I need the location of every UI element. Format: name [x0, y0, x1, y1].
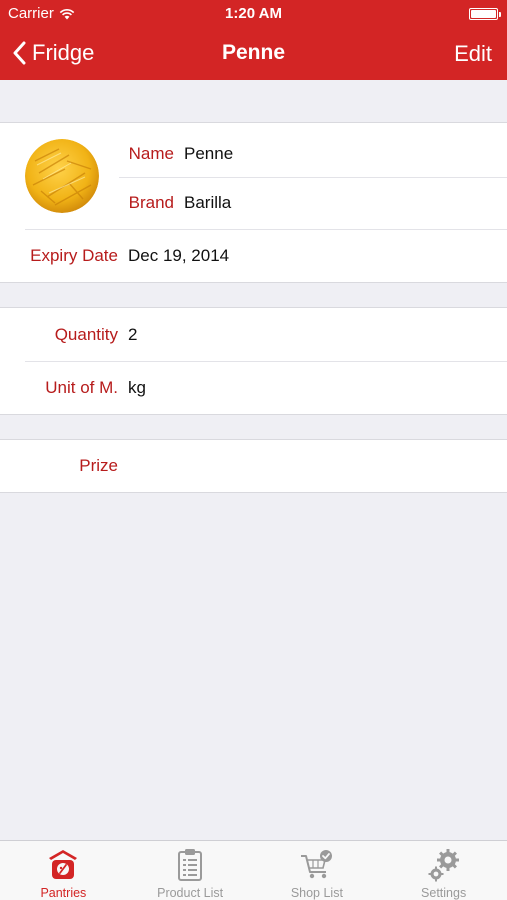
unit-row[interactable]: Unit of M. kg [0, 362, 507, 414]
brand-label: Brand [128, 193, 174, 212]
tab-label: Shop List [290, 886, 343, 900]
unit-value: kg [128, 378, 146, 397]
prize-row[interactable]: Prize [0, 440, 507, 492]
cart-check-icon [300, 850, 332, 879]
edit-button[interactable]: Edit [454, 41, 492, 67]
tab-pantries[interactable]: Pantries [0, 841, 127, 900]
pantry-scale-icon [49, 850, 78, 879]
quantity-row[interactable]: Quantity 2 [0, 309, 507, 361]
brand-row[interactable]: Brand Barilla [0, 177, 507, 229]
status-bar: Carrier 1:20 AM [0, 0, 507, 28]
name-row[interactable]: Name Penne [0, 128, 507, 180]
tab-product-list[interactable]: Product List [127, 841, 254, 900]
quantity-value: 2 [128, 325, 138, 344]
tab-shop-list[interactable]: Shop List [254, 841, 381, 900]
unit-label: Unit of M. [45, 378, 118, 397]
tab-label: Product List [157, 886, 224, 900]
tab-bar: Pantries Product List Shop List Settings [0, 840, 507, 900]
navigation-bar: Fridge Penne Edit [0, 28, 507, 80]
brand-value: Barilla [184, 193, 232, 212]
tab-label: Pantries [40, 886, 87, 900]
name-label: Name [128, 144, 174, 163]
tab-label: Settings [421, 886, 467, 900]
header: Carrier 1:20 AM Fridge Penne Edit [0, 0, 507, 80]
quantity-label: Quantity [54, 325, 118, 344]
expiry-date-label: Expiry Date [30, 246, 118, 265]
name-value: Penne [184, 144, 234, 163]
price-section: Prize [0, 439, 507, 493]
expiry-date-value: Dec 19, 2014 [128, 246, 230, 265]
expiry-date-row[interactable]: Expiry Date Dec 19, 2014 [0, 230, 507, 282]
gears-icon [428, 849, 459, 882]
status-time: 1:20 AM [225, 5, 282, 22]
battery-icon [469, 8, 501, 20]
tab-settings[interactable]: Settings [380, 841, 507, 900]
page-title: Penne [221, 41, 286, 64]
clipboard-list-icon [178, 849, 203, 881]
prize-label: Prize [79, 456, 118, 475]
product-info-section: Name Penne Brand Barilla Expiry Date Dec… [0, 122, 507, 283]
quantity-section: Quantity 2 Unit of M. kg [0, 307, 507, 415]
